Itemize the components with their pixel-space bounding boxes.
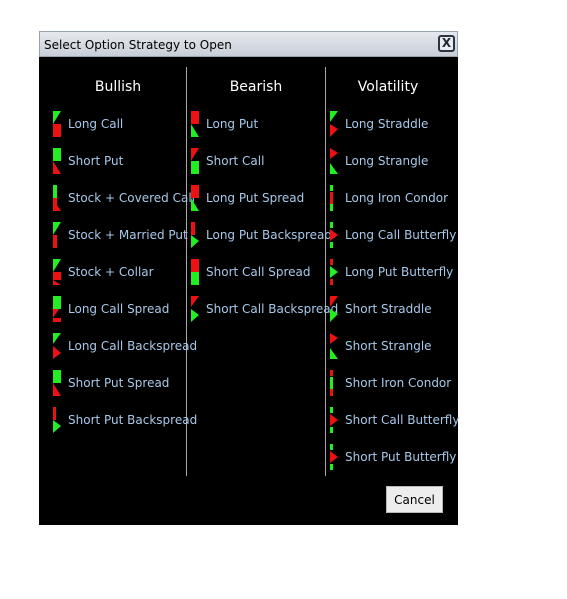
strategy-label: Short Call Backspread [206,302,339,316]
strategy-label: Long Iron Condor [345,191,449,205]
strategy-label: Short Put [68,154,124,168]
strategy-label: Stock + Collar [68,265,154,279]
column-header-bullish: Bullish [94,79,142,95]
short-call-spread-icon [191,259,199,285]
strategy-label: Short Call Butterfly [345,413,460,427]
stock-covered-call-icon [53,185,61,211]
long-put-spread-icon [191,185,199,211]
short-call-butterfly-icon [330,407,338,433]
strategy-label: Long Call Spread [68,302,170,316]
strategy-label: Short Put Butterfly [345,450,457,464]
short-call-backspread-icon [191,296,199,322]
long-put-backspread-icon [191,222,199,248]
short-put-spread-icon [53,370,61,396]
strategy-label: Long Call Backspread [68,339,198,353]
long-call-icon [53,111,61,137]
strategy-label: Long Put Spread [206,191,305,205]
short-put-backspread-icon [53,407,61,433]
strategy-label: Short Strangle [345,339,432,353]
long-call-backspread-icon [53,333,61,359]
short-straddle-icon [330,296,338,322]
short-put-icon [53,148,61,174]
stock-collar-icon [53,259,61,285]
long-iron-condor-icon [330,185,338,211]
strategy-label: Stock + Covered Call [68,191,195,205]
long-call-spread-icon [53,296,61,322]
long-strangle-icon [330,148,338,174]
short-call-icon [191,148,199,174]
short-strangle-icon [330,333,338,359]
strategy-label: Short Call [206,154,265,168]
long-straddle-icon [330,111,338,137]
strategy-label: Short Call Spread [206,265,311,279]
long-call-butterfly-icon [330,222,338,248]
strategy-label: Stock + Married Put [68,228,188,242]
short-iron-condor-icon [330,370,338,396]
column-header-volatility: Volatility [357,79,419,95]
dialog-title: Select Option Strategy to Open [44,38,232,52]
strategy-label: Long Straddle [345,117,429,131]
long-put-icon [191,111,199,137]
strategy-label: Long Call Butterfly [345,228,457,242]
strategy-label: Long Strangle [345,154,429,168]
strategy-label: Long Put Backspread [206,228,333,242]
strategy-label: Short Put Backspread [68,413,198,427]
column-divider [325,67,326,476]
close-button[interactable]: X [438,35,455,52]
column-header-bearish: Bearish [229,79,283,95]
strategy-label: Short Iron Condor [345,376,452,390]
option-strategy-dialog: Select Option Strategy to Open X Bullish… [39,31,460,525]
strategy-label: Short Put Spread [68,376,170,390]
strategy-label: Long Put [206,117,259,131]
cancel-button[interactable]: Cancel [386,486,443,513]
strategy-label: Long Put Butterfly [345,265,454,279]
short-put-butterfly-icon [330,444,338,470]
strategy-label: Long Call [68,117,124,131]
strategy-label: Short Straddle [345,302,432,316]
title-bar: Select Option Strategy to Open X [39,31,458,57]
long-put-butterfly-icon [330,259,338,285]
stock-married-put-icon [53,222,61,248]
